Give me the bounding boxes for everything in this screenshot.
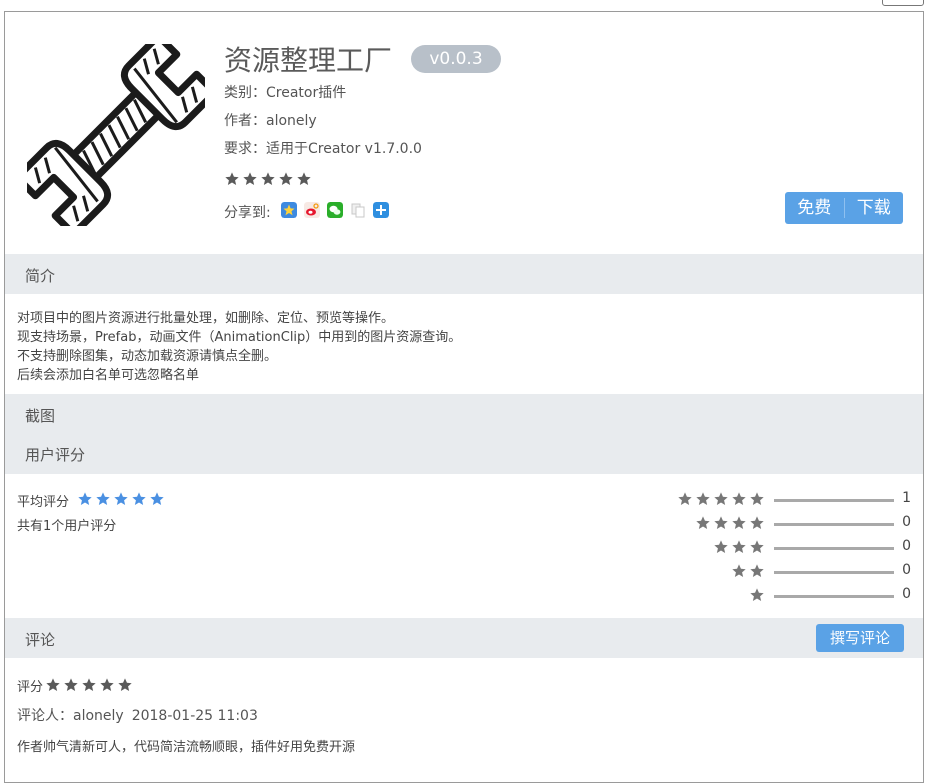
- distribution-count: 0: [902, 538, 911, 554]
- wechat-icon[interactable]: [327, 202, 343, 218]
- free-download-button-group: 免费 下载: [785, 192, 903, 224]
- plugin-requirement: 要求：适用于Creator v1.7.0.0: [224, 141, 422, 157]
- top-partial-button[interactable]: [882, 0, 924, 6]
- download-button[interactable]: 下载: [845, 192, 904, 224]
- star-icon: [714, 516, 728, 529]
- screenshots-ratings-header: 截图 用户评分: [5, 394, 923, 474]
- distribution-count: 0: [902, 586, 911, 602]
- distribution-count: 0: [902, 562, 911, 578]
- rating-distribution-row: 1: [5, 489, 923, 509]
- review-score-label: 评分: [17, 680, 44, 695]
- star-icon: [279, 172, 293, 185]
- intro-section-header: 简介: [5, 254, 923, 294]
- wrench-logo-icon: [27, 44, 205, 226]
- intro-line: 现支持场景，Prefab，动画文件（AnimationClip）中用到的图片资源…: [17, 330, 462, 345]
- distribution-stars: [713, 539, 765, 555]
- ratings-section-title: 用户评分: [25, 446, 86, 464]
- comments-section-title: 评论: [25, 631, 56, 649]
- star-icon: [750, 540, 764, 553]
- rating-distribution-row: 0: [5, 585, 923, 605]
- star-icon: [225, 172, 239, 185]
- distribution-stars: [731, 563, 765, 579]
- star-icon: [696, 492, 710, 505]
- star-icon: [732, 564, 746, 577]
- review-meta: 评论人：alonely 2018-01-25 11:03: [17, 705, 266, 725]
- star-icon: [118, 678, 132, 691]
- intro-section-title: 简介: [25, 267, 56, 285]
- star-icon: [750, 516, 764, 529]
- comments-section-header: 评论: [5, 618, 923, 658]
- review-stars: [45, 677, 133, 693]
- more-share-icon[interactable]: [373, 202, 389, 218]
- plugin-rating-stars: [224, 171, 312, 187]
- distribution-bar: [774, 499, 894, 502]
- star-icon: [714, 492, 728, 505]
- intro-line: 后续会添加白名单可选忽略名单: [17, 368, 200, 383]
- rating-distribution-row: 0: [5, 537, 923, 557]
- copy-icon[interactable]: [350, 202, 366, 218]
- star-icon: [732, 492, 746, 505]
- star-icon: [64, 678, 78, 691]
- star-icon: [46, 678, 60, 691]
- distribution-stars: [749, 587, 765, 603]
- star-icon: [750, 564, 764, 577]
- distribution-bar: [774, 595, 894, 598]
- star-icon: [750, 588, 764, 601]
- star-icon: [100, 678, 114, 691]
- star-icon: [696, 516, 710, 529]
- distribution-stars: [677, 491, 765, 507]
- star-icon: [297, 172, 311, 185]
- previous-page-strip: [0, 0, 936, 10]
- review-date: 2018-01-25 11:03: [131, 708, 258, 724]
- free-button[interactable]: 免费: [785, 192, 844, 224]
- write-review-button[interactable]: 撰写评论: [816, 624, 904, 652]
- version-badge: v0.0.3: [411, 45, 501, 73]
- star-icon: [714, 540, 728, 553]
- review-text: 作者帅气清新可人，代码简洁流畅顺眼，插件好用免费开源: [17, 740, 356, 755]
- star-icon: [678, 492, 692, 505]
- distribution-bar: [774, 523, 894, 526]
- plugin-title: 资源整理工厂: [224, 44, 393, 77]
- intro-line: 对项目中的图片资源进行批量处理，如删除、定位、预览等操作。: [17, 311, 395, 326]
- star-icon: [243, 172, 257, 185]
- share-label: 分享到:: [224, 205, 271, 221]
- plugin-author: 作者：alonely: [224, 113, 317, 129]
- distribution-count: 0: [902, 514, 911, 530]
- star-icon: [750, 492, 764, 505]
- rating-distribution-row: 0: [5, 513, 923, 533]
- star-icon: [732, 516, 746, 529]
- star-icon: [82, 678, 96, 691]
- distribution-stars: [695, 515, 765, 531]
- star-icon: [732, 540, 746, 553]
- distribution-bar: [774, 547, 894, 550]
- plugin-category: 类别：Creator插件: [224, 85, 347, 101]
- weibo-icon[interactable]: [304, 202, 320, 218]
- distribution-count: 1: [902, 490, 911, 506]
- rating-distribution-row: 0: [5, 561, 923, 581]
- intro-line: 不支持删除图集，动态加载资源请慎点全删。: [17, 349, 278, 364]
- plugin-detail-panel: 资源整理工厂 v0.0.3 类别：Creator插件 作者：alonely 要求…: [4, 11, 924, 783]
- star-icon: [261, 172, 275, 185]
- screenshots-section-title: 截图: [25, 407, 56, 425]
- distribution-bar: [774, 571, 894, 574]
- reviewer-name: 评论人：alonely: [17, 708, 124, 724]
- qzone-icon[interactable]: [281, 202, 297, 218]
